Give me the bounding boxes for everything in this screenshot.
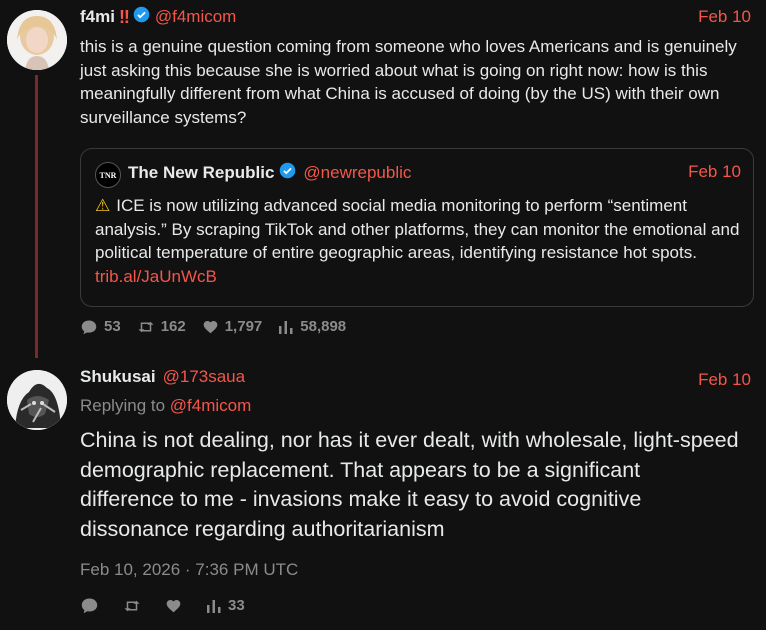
thread-line — [35, 75, 38, 358]
reply-button[interactable]: 53 — [80, 318, 121, 335]
tnr-logo: TNR — [95, 162, 121, 188]
like-count: 1,797 — [224, 318, 263, 335]
chart-icon — [207, 599, 221, 613]
double-exclamation-badge: ‼ — [118, 6, 130, 27]
post-text: China is not dealing, nor has it ever de… — [80, 428, 739, 541]
view-count: 33 — [228, 597, 245, 614]
warning-icon: ⚠ — [95, 196, 111, 215]
post-date[interactable]: Feb 10 — [698, 370, 751, 390]
like-button[interactable]: 1,797 — [202, 318, 263, 335]
quoted-author-handle[interactable]: @newrepublic — [303, 163, 411, 183]
quoted-tweet[interactable]: TNR The New Republic @newrepublic Feb 10… — [80, 148, 754, 307]
repost-button[interactable]: 162 — [137, 318, 186, 335]
quoted-text: ICE is now utilizing advanced social med… — [95, 196, 740, 262]
heart-icon — [203, 321, 218, 334]
views-button[interactable]: 33 — [206, 597, 245, 614]
reply-count: 53 — [104, 318, 121, 335]
repost-count: 162 — [160, 318, 186, 335]
post-date[interactable]: Feb 10 — [698, 7, 751, 27]
like-button[interactable] — [165, 598, 188, 613]
repost-icon — [138, 321, 154, 332]
quoted-date[interactable]: Feb 10 — [688, 162, 741, 182]
post-stats: 53 162 1,797 58,898 — [80, 318, 362, 335]
author-handle[interactable]: @173saua — [163, 367, 246, 387]
author-handle[interactable]: @f4micom — [155, 7, 237, 27]
post-timestamp[interactable]: Feb 10, 2026 · 7:36 PM UTC — [80, 560, 298, 580]
replying-to-handle[interactable]: @f4micom — [170, 396, 252, 415]
avatar-f4mi[interactable] — [7, 10, 67, 70]
avatar-shukusai[interactable] — [7, 370, 67, 430]
verified-icon — [279, 162, 296, 184]
comment-icon — [81, 319, 97, 334]
comment-icon — [81, 598, 98, 614]
repost-icon — [124, 600, 140, 611]
view-count: 58,898 — [300, 318, 347, 335]
author-name[interactable]: Shukusai — [80, 367, 156, 387]
quoted-link[interactable]: trib.al/JaUnWcB — [95, 267, 217, 286]
views-button[interactable]: 58,898 — [278, 318, 346, 335]
replying-to: Replying to @f4micom — [80, 396, 252, 415]
repost-button[interactable] — [123, 598, 147, 614]
reply-button[interactable] — [80, 597, 105, 614]
post-stats: 33 — [80, 597, 261, 614]
heart-icon — [166, 600, 181, 613]
post-text: this is a genuine question coming from s… — [80, 37, 737, 127]
quoted-author-name[interactable]: The New Republic — [128, 163, 274, 183]
author-name[interactable]: f4mi — [80, 7, 115, 27]
verified-icon — [133, 6, 150, 28]
chart-icon — [279, 320, 293, 334]
